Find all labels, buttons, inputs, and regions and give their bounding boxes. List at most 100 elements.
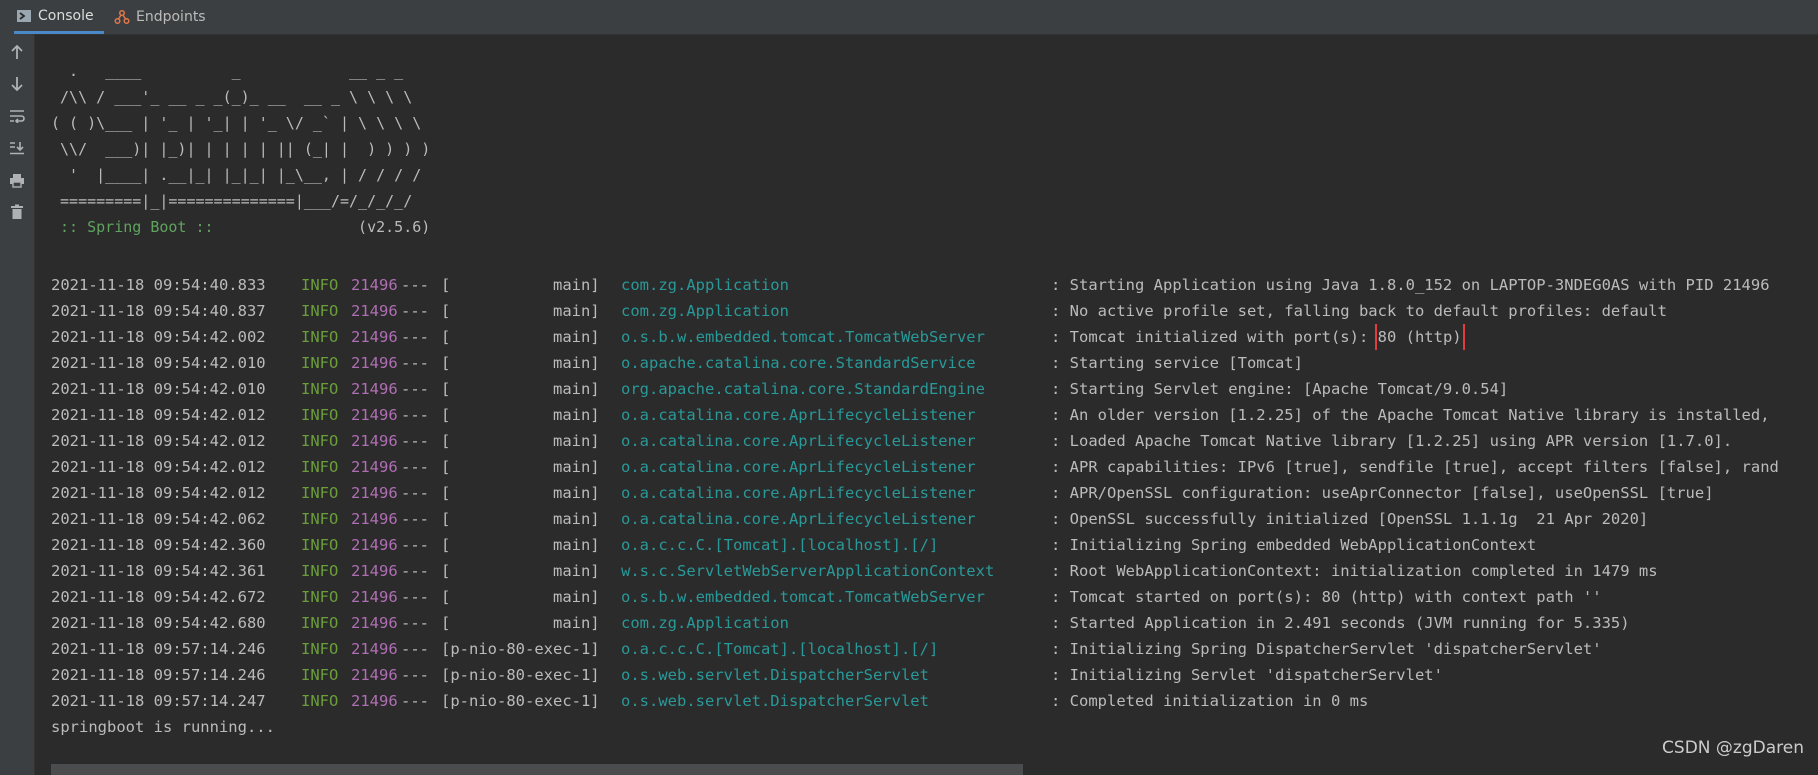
log-logger: o.a.c.c.C.[Tomcat].[localhost].[/] bbox=[621, 536, 939, 554]
log-thread: [ main] bbox=[441, 302, 600, 320]
log-separator: --- bbox=[401, 302, 429, 320]
log-logger: o.a.c.c.C.[Tomcat].[localhost].[/] bbox=[621, 640, 939, 658]
soft-wrap-icon bbox=[10, 110, 25, 123]
log-line: 2021-11-18 09:54:42.002 INFO 21496 --- [ mai… bbox=[51, 324, 1811, 350]
log-level: INFO bbox=[301, 276, 339, 294]
log-message: : Starting Application using Java 1.8.0_… bbox=[1051, 272, 1811, 298]
banner-line: . ____ _ __ _ _ bbox=[51, 62, 404, 80]
log-timestamp: 2021-11-18 09:57:14.247 bbox=[51, 692, 266, 710]
log-timestamp: 2021-11-18 09:54:42.361 bbox=[51, 562, 266, 580]
log-timestamp: 2021-11-18 09:54:42.012 bbox=[51, 484, 266, 502]
tab-console-label: Console bbox=[38, 7, 94, 24]
scroll-up-icon bbox=[11, 44, 23, 59]
scroll-down-button[interactable] bbox=[7, 74, 27, 94]
log-logger: o.s.b.w.embedded.tomcat.TomcatWebServer bbox=[621, 328, 985, 346]
log-thread: [ main] bbox=[441, 484, 600, 502]
horizontal-scrollbar[interactable] bbox=[51, 764, 1023, 775]
log-logger: com.zg.Application bbox=[621, 276, 789, 294]
log-timestamp: 2021-11-18 09:57:14.246 bbox=[51, 640, 266, 658]
log-timestamp: 2021-11-18 09:54:42.002 bbox=[51, 328, 266, 346]
log-level: INFO bbox=[301, 640, 339, 658]
log-separator: --- bbox=[401, 562, 429, 580]
output-line: springboot is running... bbox=[51, 718, 275, 736]
log-separator: --- bbox=[401, 354, 429, 372]
log-line: 2021-11-18 09:54:42.010 INFO 21496 --- [ mai… bbox=[51, 350, 1811, 376]
log-timestamp: 2021-11-18 09:54:40.833 bbox=[51, 276, 266, 294]
console-output[interactable]: . ____ _ __ _ _ /\\ / ___'_ __ _ _(_)_ _… bbox=[51, 58, 1818, 758]
log-message: : Starting service [Tomcat] bbox=[1051, 350, 1811, 376]
log-thread: [ main] bbox=[441, 562, 600, 580]
log-line: 2021-11-18 09:54:42.012 INFO 21496 --- [ mai… bbox=[51, 480, 1811, 506]
log-message-text: : Started Application in 2.491 seconds (… bbox=[1051, 614, 1630, 632]
log-level: INFO bbox=[301, 666, 339, 684]
log-timestamp: 2021-11-18 09:54:42.012 bbox=[51, 432, 266, 450]
tool-window-tabbar: Console Endpoints bbox=[0, 0, 1818, 35]
scroll-to-end-button[interactable] bbox=[7, 138, 27, 158]
log-pid: 21496 bbox=[351, 614, 398, 632]
log-pid: 21496 bbox=[351, 380, 398, 398]
log-message-text: : Tomcat initialized with port(s): bbox=[1051, 328, 1378, 346]
tab-console[interactable]: Console bbox=[14, 0, 104, 34]
log-message-text: : No active profile set, falling back to… bbox=[1051, 302, 1667, 320]
log-pid: 21496 bbox=[351, 354, 398, 372]
log-line: 2021-11-18 09:54:42.012 INFO 21496 --- [ mai… bbox=[51, 454, 1811, 480]
log-pid: 21496 bbox=[351, 276, 398, 294]
log-thread: [ main] bbox=[441, 536, 600, 554]
log-separator: --- bbox=[401, 380, 429, 398]
log-level: INFO bbox=[301, 302, 339, 320]
log-separator: --- bbox=[401, 588, 429, 606]
log-timestamp: 2021-11-18 09:57:14.246 bbox=[51, 666, 266, 684]
log-logger: o.a.catalina.core.AprLifecycleListener bbox=[621, 510, 976, 528]
log-pid: 21496 bbox=[351, 328, 398, 346]
log-thread: [ main] bbox=[441, 510, 600, 528]
log-separator: --- bbox=[401, 328, 429, 346]
log-line: 2021-11-18 09:54:42.360 INFO 21496 --- [ mai… bbox=[51, 532, 1811, 558]
log-message-text: : Initializing Spring embedded WebApplic… bbox=[1051, 536, 1537, 554]
log-level: INFO bbox=[301, 536, 339, 554]
log-message: : APR/OpenSSL configuration: useAprConne… bbox=[1051, 480, 1811, 506]
log-message-text: : Tomcat started on port(s): 80 (http) w… bbox=[1051, 588, 1602, 606]
log-message-text: : An older version [1.2.25] of the Apach… bbox=[1051, 406, 1770, 424]
scroll-up-button[interactable] bbox=[7, 42, 27, 62]
log-thread: [ main] bbox=[441, 458, 600, 476]
log-line: 2021-11-18 09:54:42.012 INFO 21496 --- [ mai… bbox=[51, 428, 1811, 454]
tab-endpoints[interactable]: Endpoints bbox=[114, 0, 206, 34]
log-pid: 21496 bbox=[351, 406, 398, 424]
print-button[interactable] bbox=[7, 170, 27, 190]
scroll-down-icon bbox=[11, 77, 23, 92]
log-level: INFO bbox=[301, 692, 339, 710]
log-timestamp: 2021-11-18 09:54:42.672 bbox=[51, 588, 266, 606]
log-timestamp: 2021-11-18 09:54:42.010 bbox=[51, 380, 266, 398]
log-pid: 21496 bbox=[351, 692, 398, 710]
log-pid: 21496 bbox=[351, 510, 398, 528]
log-line: 2021-11-18 09:54:42.672 INFO 21496 --- [ mai… bbox=[51, 584, 1811, 610]
log-line: 2021-11-18 09:54:42.062 INFO 21496 --- [ mai… bbox=[51, 506, 1811, 532]
log-separator: --- bbox=[401, 406, 429, 424]
log-message-text: : Loaded Apache Tomcat Native library [1… bbox=[1051, 432, 1733, 450]
log-message: : Tomcat initialized with port(s): 80 (h… bbox=[1051, 324, 1811, 350]
log-level: INFO bbox=[301, 328, 339, 346]
log-logger: com.zg.Application bbox=[621, 302, 789, 320]
log-message: : Starting Servlet engine: [Apache Tomca… bbox=[1051, 376, 1811, 402]
log-logger: w.s.c.ServletWebServerApplicationContext bbox=[621, 562, 995, 580]
banner-line: \\/ ___)| |_)| | | | | || (_| | ) ) ) ) bbox=[51, 140, 431, 158]
log-message: : An older version [1.2.25] of the Apach… bbox=[1051, 402, 1811, 428]
log-thread: [ main] bbox=[441, 354, 600, 372]
soft-wrap-button[interactable] bbox=[7, 106, 27, 126]
log-level: INFO bbox=[301, 458, 339, 476]
clear-all-button[interactable] bbox=[7, 202, 27, 222]
log-separator: --- bbox=[401, 432, 429, 450]
log-message: : Initializing Spring DispatcherServlet … bbox=[1051, 636, 1811, 662]
log-separator: --- bbox=[401, 640, 429, 658]
log-message-text: : APR capabilities: IPv6 [true], sendfil… bbox=[1051, 458, 1779, 476]
log-message-text: : OpenSSL successfully initialized [Open… bbox=[1051, 510, 1649, 528]
log-separator: --- bbox=[401, 484, 429, 502]
log-pid: 21496 bbox=[351, 588, 398, 606]
log-message: : OpenSSL successfully initialized [Open… bbox=[1051, 506, 1811, 532]
log-thread: [ main] bbox=[441, 406, 600, 424]
log-line: 2021-11-18 09:57:14.246 INFO 21496 --- [p-ni… bbox=[51, 636, 1811, 662]
log-logger: o.s.web.servlet.DispatcherServlet bbox=[621, 692, 929, 710]
tab-endpoints-label: Endpoints bbox=[136, 9, 206, 25]
log-logger: o.s.web.servlet.DispatcherServlet bbox=[621, 666, 929, 684]
log-level: INFO bbox=[301, 562, 339, 580]
